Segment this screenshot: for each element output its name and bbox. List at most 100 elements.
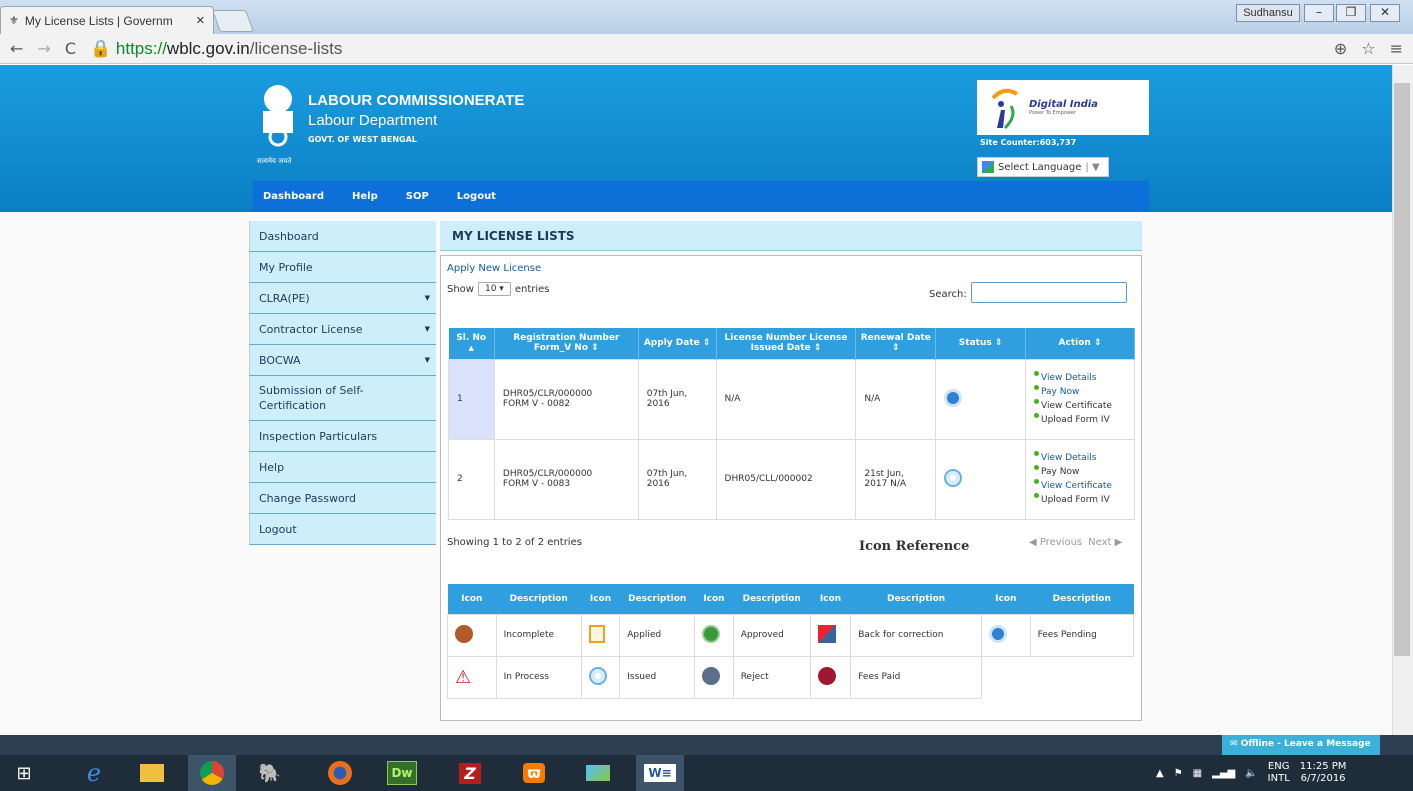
firefox-taskbar-button[interactable]	[316, 755, 364, 791]
chrome-taskbar-button[interactable]	[188, 755, 236, 791]
empty-cell	[1030, 656, 1133, 698]
view-certificate-link[interactable]: View Certificate	[1034, 479, 1126, 493]
flag-icon[interactable]: ⚑	[1174, 768, 1183, 779]
dropdown-arrow-icon: | ▼	[1085, 161, 1100, 173]
sidebar-item-self-certification[interactable]: Submission of Self-Certification	[249, 376, 436, 421]
reload-icon[interactable]: C	[65, 39, 76, 58]
sort-icon: ⇕	[813, 343, 822, 354]
close-tab-icon[interactable]: ✕	[196, 14, 205, 27]
view-certificate-link[interactable]: View Certificate	[1034, 399, 1126, 413]
forward-icon[interactable]: →	[37, 39, 50, 58]
entries-select[interactable]: 10 ▾	[477, 282, 511, 296]
postgres-taskbar-button[interactable]: 🐘	[246, 755, 294, 791]
app-taskbar-button[interactable]	[574, 755, 622, 791]
caret-down-icon: ▼	[424, 294, 430, 302]
col-apply-date[interactable]: Apply Date ⇕	[638, 328, 717, 359]
volume-icon[interactable]: 🔈	[1245, 768, 1257, 779]
search-label: Search:	[929, 289, 967, 300]
back-icon[interactable]: ←	[10, 39, 23, 58]
topnav-sop[interactable]: SOP	[406, 191, 429, 202]
view-details-link[interactable]: View Details	[1034, 371, 1126, 385]
description-cell: Issued	[619, 655, 696, 699]
menu-icon[interactable]: ≡	[1390, 39, 1403, 58]
col-description: Description	[1030, 584, 1134, 614]
view-details-link[interactable]: View Details	[1034, 451, 1126, 465]
pay-now-link[interactable]: Pay Now	[1034, 385, 1126, 399]
sidebar-item-logout[interactable]: Logout	[249, 514, 436, 545]
start-button[interactable]: ⊞	[0, 755, 48, 791]
offline-chat-button[interactable]: ✉ Offline - Leave a Message	[1222, 735, 1380, 755]
xampp-taskbar-button[interactable]: ϖ	[510, 755, 558, 791]
sidebar-item-dashboard[interactable]: Dashboard	[249, 221, 436, 252]
sidebar-item-inspection[interactable]: Inspection Particulars	[249, 421, 436, 452]
explorer-taskbar-button[interactable]	[128, 755, 176, 791]
upload-form-iv-link[interactable]: Upload Form IV	[1034, 493, 1126, 507]
sidebar-item-bocwa[interactable]: BOCWA ▼	[249, 345, 436, 376]
sort-icon: ⇕	[892, 343, 900, 354]
sidebar-item-help[interactable]: Help	[249, 452, 436, 483]
cell-sl: 1	[448, 358, 495, 440]
offline-chat-label: Offline - Leave a Message	[1240, 739, 1371, 749]
col-license-number[interactable]: License Number License Issued Date ⇕	[716, 328, 857, 359]
bullet-icon	[1034, 385, 1039, 390]
sidebar-item-contractor-license[interactable]: Contractor License ▼	[249, 314, 436, 345]
cell-action: View Details Pay Now View Certificate Up…	[1025, 358, 1135, 440]
topnav-dashboard[interactable]: Dashboard	[263, 191, 324, 202]
license-table: Sl. No ▲ Registration Number Form_V No ⇕ …	[448, 328, 1135, 520]
topnav-help[interactable]: Help	[352, 191, 378, 202]
tray-chevron-icon[interactable]: ▲	[1156, 768, 1164, 779]
word-taskbar-button[interactable]: W≡	[636, 755, 684, 791]
pay-now-link[interactable]: Pay Now	[1034, 465, 1126, 479]
cell-renewal-date: N/A	[855, 358, 937, 440]
apply-new-license-link[interactable]: Apply New License	[447, 263, 541, 274]
sidebar-item-clra[interactable]: CLRA(PE) ▼	[249, 283, 436, 314]
col-status[interactable]: Status ⇕	[935, 328, 1026, 359]
col-renewal-date[interactable]: Renewal Date ⇕	[855, 328, 937, 359]
bullet-icon	[1034, 479, 1039, 484]
search-input[interactable]	[971, 282, 1127, 303]
input-language[interactable]: ENG INTL	[1268, 761, 1290, 785]
minimize-button[interactable]: –	[1304, 4, 1334, 22]
action-label: View Details	[1041, 373, 1097, 383]
previous-label: Previous	[1039, 537, 1083, 548]
digital-india-logo[interactable]: Digital India Power To Empower	[977, 80, 1149, 135]
sidebar-item-change-password[interactable]: Change Password	[249, 483, 436, 514]
filezilla-taskbar-button[interactable]: Z	[446, 755, 494, 791]
close-window-button[interactable]: ✕	[1370, 4, 1400, 22]
sidebar-item-my-profile[interactable]: My Profile	[249, 252, 436, 283]
col-icon: Icon	[447, 584, 497, 614]
topnav-logout[interactable]: Logout	[457, 191, 496, 202]
sidebar-item-label: Help	[259, 460, 285, 474]
digital-india-text: Digital India	[1029, 99, 1098, 110]
col-sl[interactable]: Sl. No ▲	[448, 328, 495, 359]
ie-icon: e	[86, 759, 102, 787]
language-select[interactable]: Select Language | ▼	[977, 157, 1109, 177]
google-translate-icon	[982, 161, 994, 173]
ie-taskbar-button[interactable]: e	[70, 755, 118, 791]
star-icon[interactable]: ☆	[1361, 39, 1375, 58]
cell-status	[935, 358, 1026, 440]
sort-icon: ⇕	[702, 338, 711, 349]
maximize-button[interactable]: ❐	[1336, 4, 1366, 22]
browser-tab[interactable]: ⚜ My License Lists | Governm ✕	[0, 6, 214, 34]
cell-license-number: N/A	[715, 358, 857, 440]
clock[interactable]: 11:25 PM 6/7/2016	[1300, 761, 1347, 785]
previous-button[interactable]: ◀ Previous	[1029, 537, 1082, 548]
scrollbar-thumb[interactable]	[1394, 83, 1410, 656]
signal-icon[interactable]: ▂▄▆	[1212, 768, 1235, 779]
next-button[interactable]: Next ▶	[1088, 537, 1122, 548]
caret-down-icon: ▼	[424, 325, 430, 333]
upload-form-iv-link[interactable]: Upload Form IV	[1034, 413, 1126, 427]
url-field[interactable]: 🔒 https://wblc.gov.in/license-lists	[90, 39, 342, 59]
dreamweaver-taskbar-button[interactable]: Dw	[378, 755, 426, 791]
col-registration[interactable]: Registration Number Form_V No ⇕	[494, 328, 639, 359]
col-icon: Icon	[694, 584, 734, 614]
sort-icon: ⇕	[591, 343, 599, 354]
network-icon[interactable]: ▦	[1193, 768, 1202, 779]
zoom-icon[interactable]: ⊕	[1334, 39, 1347, 58]
system-tray: ▲ ⚑ ▦ ▂▄▆ 🔈 ENG INTL 11:25 PM 6/7/2016	[1156, 755, 1346, 791]
profile-button[interactable]: Sudhansu	[1236, 4, 1300, 22]
col-action[interactable]: Action ⇕	[1025, 328, 1135, 359]
icon-cell: ⚠	[447, 655, 497, 699]
language-select-label: Select Language	[998, 161, 1082, 173]
